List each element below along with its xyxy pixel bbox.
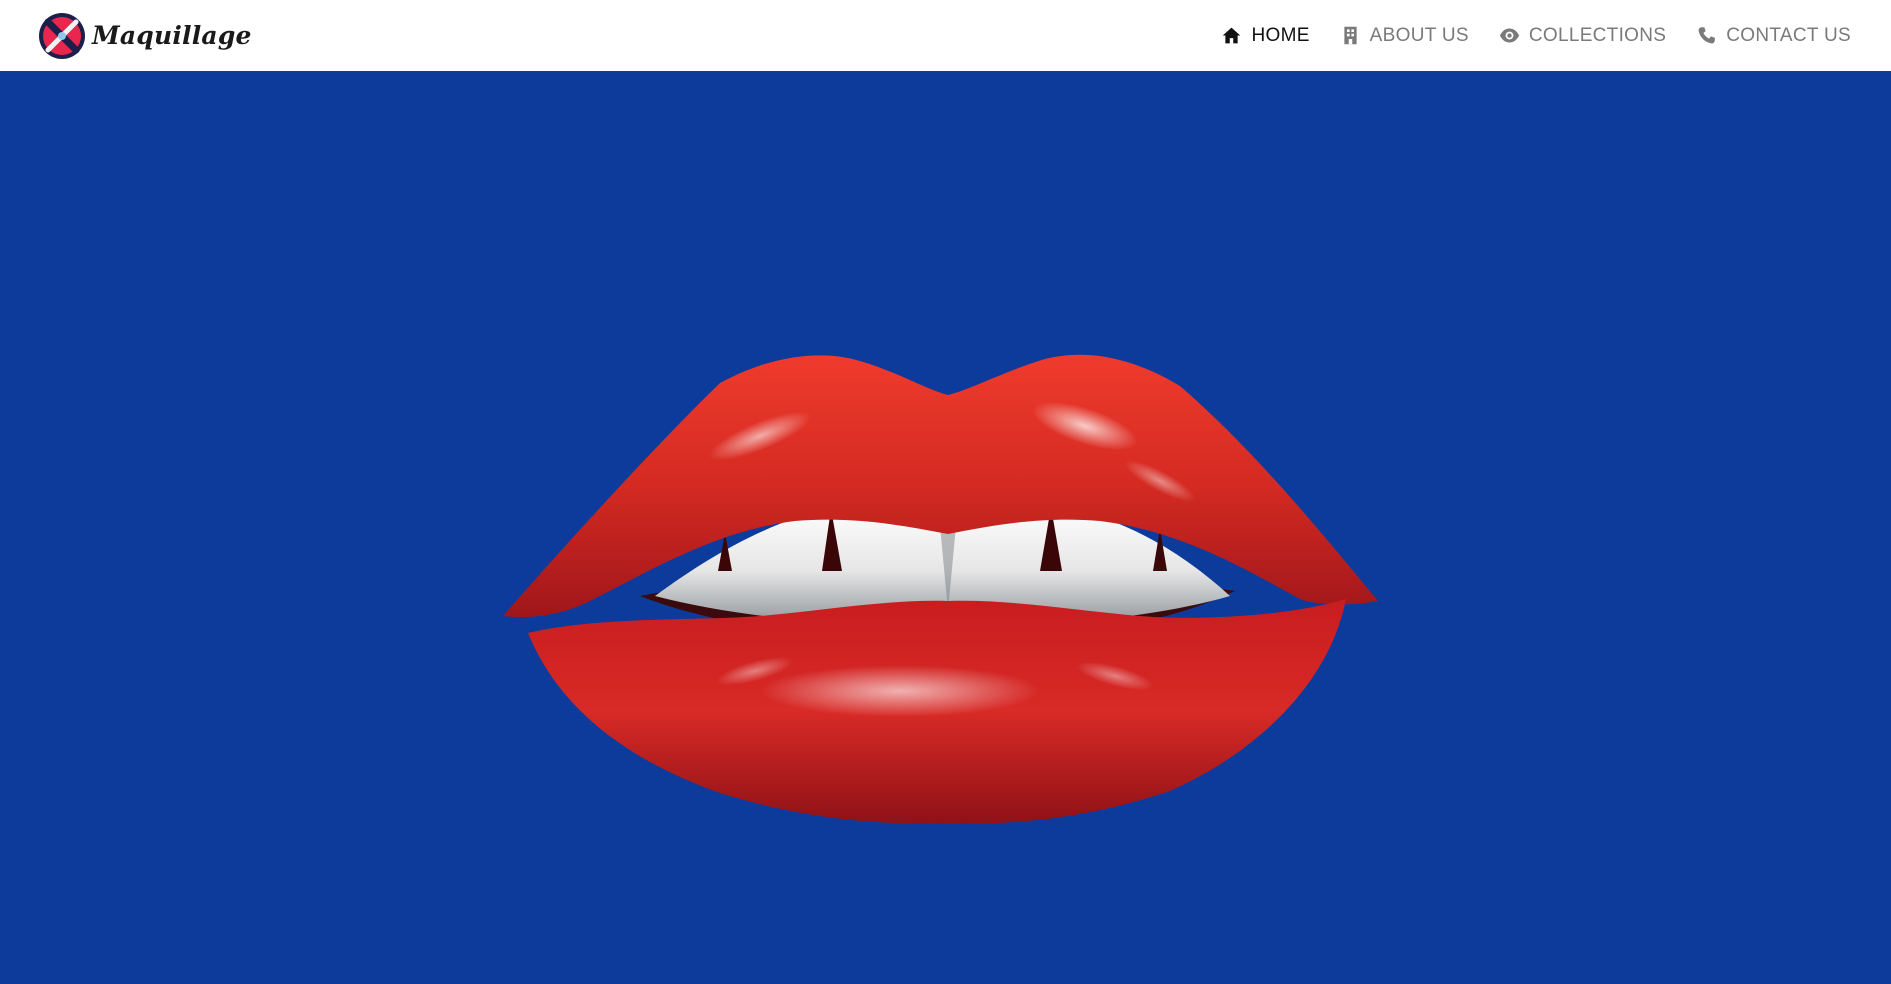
nav-item-collections[interactable]: COLLECTIONS bbox=[1499, 25, 1666, 47]
nav-item-label: HOME bbox=[1251, 24, 1310, 46]
brand-link[interactable]: Maquillage bbox=[38, 12, 252, 60]
nav-item-contact-us[interactable]: CONTACT US bbox=[1696, 25, 1851, 47]
red-lips-illustration bbox=[503, 354, 1378, 824]
nav-item-home[interactable]: HOME bbox=[1221, 25, 1309, 47]
eye-icon bbox=[1499, 28, 1519, 43]
brand-name: Maquillage bbox=[92, 21, 252, 50]
hero-banner bbox=[0, 71, 1891, 984]
main-nav: HOME ABOUT US COLLECTIONS CONTACT US bbox=[1221, 25, 1851, 47]
nav-item-label: COLLECTIONS bbox=[1528, 24, 1667, 46]
phone-icon bbox=[1698, 27, 1716, 44]
nav-item-label: ABOUT US bbox=[1369, 24, 1469, 46]
building-icon bbox=[1344, 26, 1357, 45]
navbar: Maquillage HOME ABOUT US COLLECTIONS CON… bbox=[0, 0, 1891, 71]
nav-item-about-us[interactable]: ABOUT US bbox=[1340, 25, 1469, 47]
nav-item-label: CONTACT US bbox=[1726, 24, 1851, 46]
brush-logo-icon bbox=[39, 12, 85, 59]
home-icon bbox=[1223, 27, 1241, 44]
